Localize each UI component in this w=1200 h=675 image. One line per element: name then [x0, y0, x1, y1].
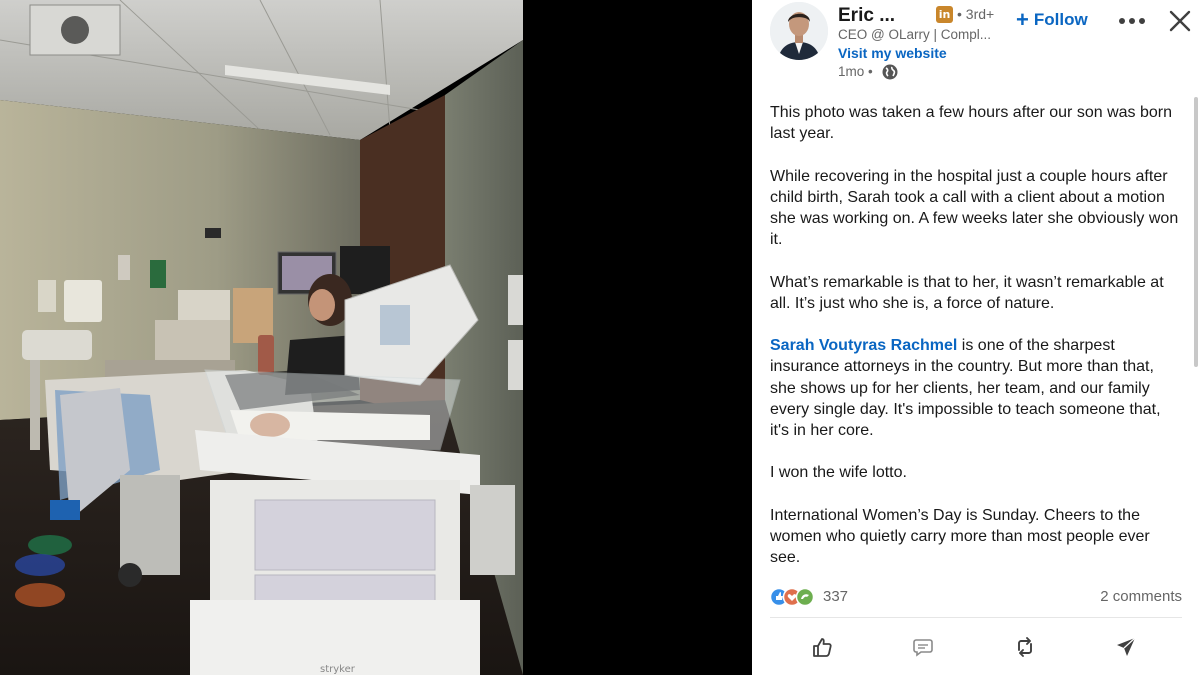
plus-icon: + [1016, 7, 1029, 32]
follow-button[interactable]: + Follow [1016, 7, 1088, 32]
post-scroll-area[interactable]: This photo was taken a few hours after o… [752, 95, 1200, 675]
globe-icon [882, 64, 898, 80]
post-actions [770, 630, 1182, 664]
reaction-count[interactable]: 337 [823, 588, 848, 605]
avatar[interactable] [770, 2, 828, 60]
author-headline: CEO @ OLarry | Compl... [838, 27, 991, 42]
scroll-thumb[interactable] [1194, 97, 1198, 367]
comment-button[interactable] [903, 630, 943, 664]
post-photo[interactable]: stryker [0, 0, 523, 675]
linkedin-premium-icon: in [936, 6, 953, 23]
visit-website-link[interactable]: Visit my website [838, 45, 947, 61]
post-paragraph: I won the wife lotto. [770, 464, 907, 482]
post-detail-panel: Eric ... in • 3rd+ CEO @ OLarry | Compl.… [752, 0, 1200, 675]
close-icon[interactable] [1168, 9, 1192, 33]
like-button[interactable] [802, 630, 842, 664]
like-action-icon [813, 638, 832, 657]
divider [770, 617, 1182, 618]
post-header: Eric ... in • 3rd+ CEO @ OLarry | Compl.… [752, 0, 1200, 95]
author-name[interactable]: Eric ... [838, 5, 895, 27]
photo-viewer: stryker [0, 0, 752, 675]
connection-degree: • 3rd+ [957, 6, 995, 22]
post-body: This photo was taken a few hours after o… [770, 102, 1180, 590]
scrollbar[interactable] [1192, 95, 1198, 675]
repost-action-icon [1018, 637, 1032, 657]
post-paragraph: While recovering in the hospital just a … [770, 167, 1179, 249]
follow-label: Follow [1033, 10, 1088, 29]
comment-action-icon [913, 639, 933, 657]
send-button[interactable] [1106, 630, 1146, 664]
support-icon [795, 587, 815, 607]
mention-link[interactable]: Sarah Voutyras Rachmel [770, 337, 957, 354]
social-counts: 337 2 comments [770, 585, 1182, 609]
post-paragraph: This photo was taken a few hours after o… [770, 104, 1172, 143]
comments-count[interactable]: 2 comments [1100, 588, 1182, 605]
repost-button[interactable] [1005, 630, 1045, 664]
post-timestamp: 1mo • [838, 64, 873, 79]
post-paragraph-mention: Sarah Voutyras Rachmel is one of the sha… [770, 335, 1180, 441]
post-paragraph: What’s remarkable is that to her, it was… [770, 273, 1164, 312]
svg-text:stryker: stryker [320, 664, 356, 675]
reaction-icons[interactable] [770, 587, 818, 607]
send-action-icon [1117, 637, 1136, 656]
post-paragraph: International Women’s Day is Sunday. Che… [770, 506, 1150, 567]
more-options-icon[interactable] [1117, 8, 1147, 34]
